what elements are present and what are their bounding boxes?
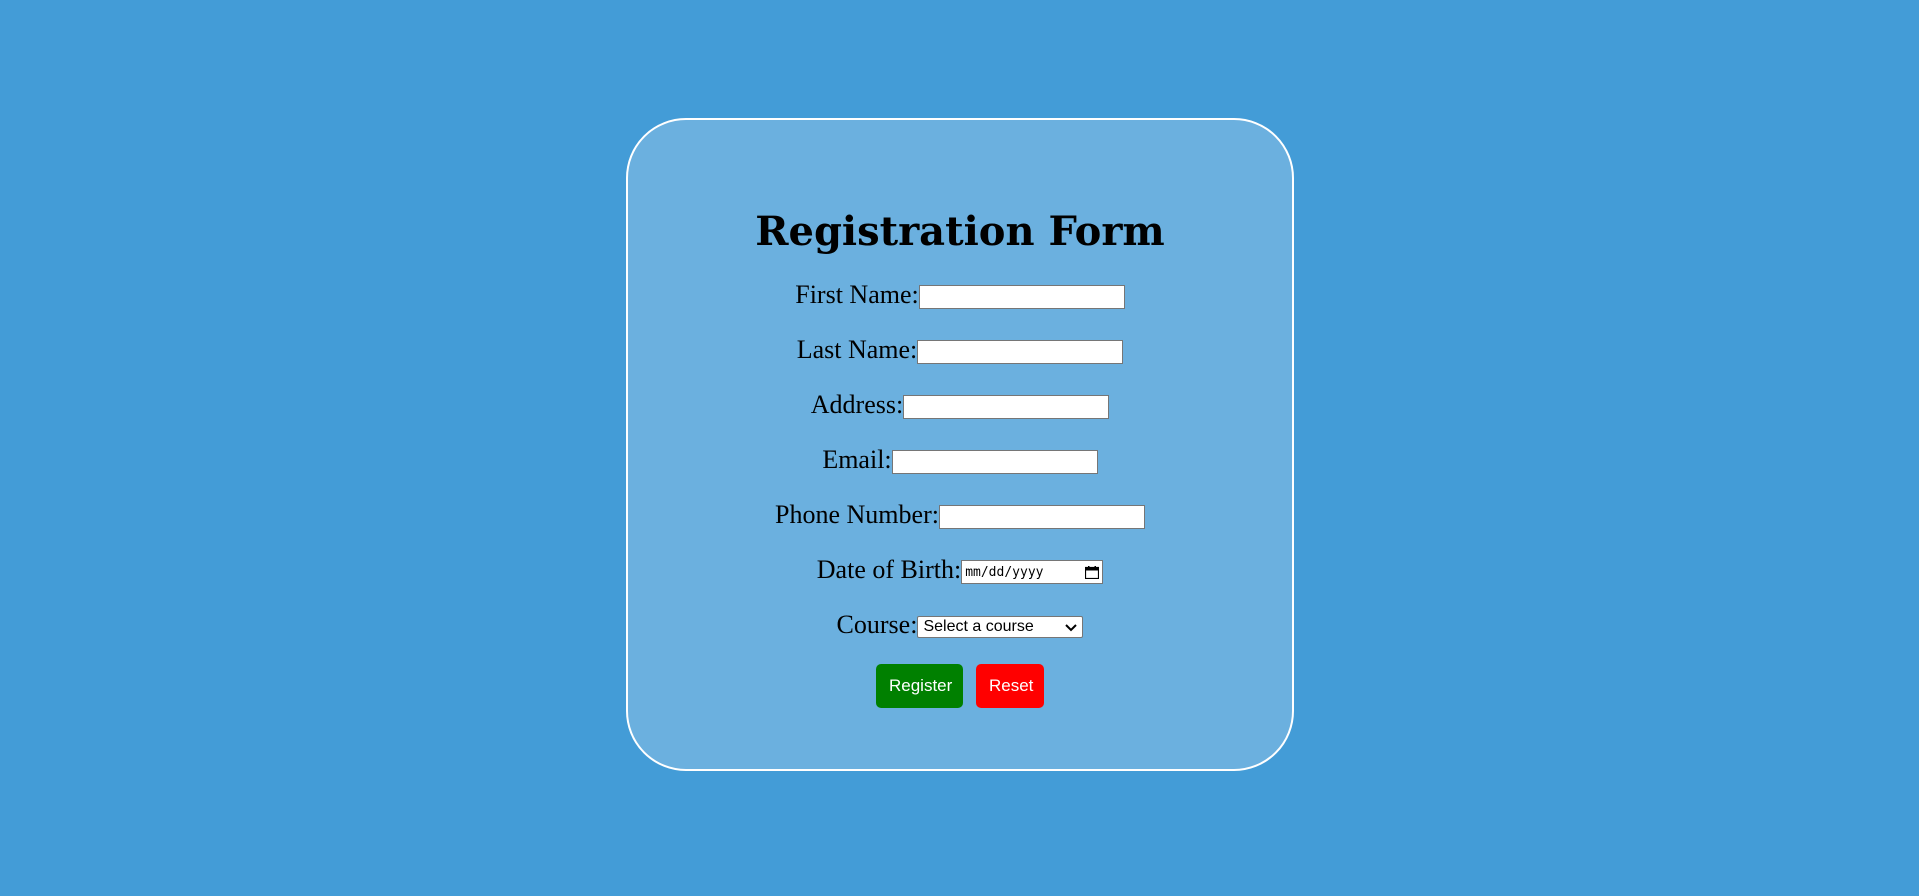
email-label: Email: (822, 445, 892, 474)
calendar-icon[interactable] (1085, 565, 1100, 579)
register-button[interactable]: Register (876, 664, 963, 708)
first-name-row: First Name: (628, 280, 1292, 310)
course-label: Course: (836, 610, 918, 639)
chevron-down-icon (1065, 620, 1078, 634)
phone-row: Phone Number: (628, 500, 1292, 530)
email-input[interactable] (891, 450, 1098, 474)
last-name-input[interactable] (917, 340, 1124, 364)
last-name-label: Last Name: (796, 335, 918, 364)
registration-card: Registration Form First Name: Last Name:… (626, 118, 1294, 771)
course-row: Course: Select a course (628, 610, 1292, 640)
email-row: Email: (628, 445, 1292, 475)
dob-row: Date of Birth: mm/dd/yyyy (628, 555, 1292, 585)
form-title: Registration Form (755, 208, 1165, 255)
address-input[interactable] (903, 395, 1110, 419)
course-select[interactable]: Select a course (917, 616, 1084, 638)
phone-input[interactable] (938, 505, 1145, 529)
reset-button[interactable]: Reset (976, 664, 1044, 708)
address-row: Address: (628, 390, 1292, 420)
address-label: Address: (810, 390, 904, 419)
first-name-input[interactable] (918, 285, 1125, 309)
form-buttons: Register Reset (628, 664, 1292, 708)
dob-input[interactable]: mm/dd/yyyy (961, 560, 1104, 584)
dob-label: Date of Birth: (816, 555, 962, 584)
phone-label: Phone Number: (775, 500, 939, 529)
last-name-row: Last Name: (628, 335, 1292, 365)
first-name-label: First Name: (795, 280, 919, 309)
dob-placeholder: mm/dd/yyyy (965, 564, 1044, 580)
course-selected-value: Select a course (923, 618, 1034, 635)
